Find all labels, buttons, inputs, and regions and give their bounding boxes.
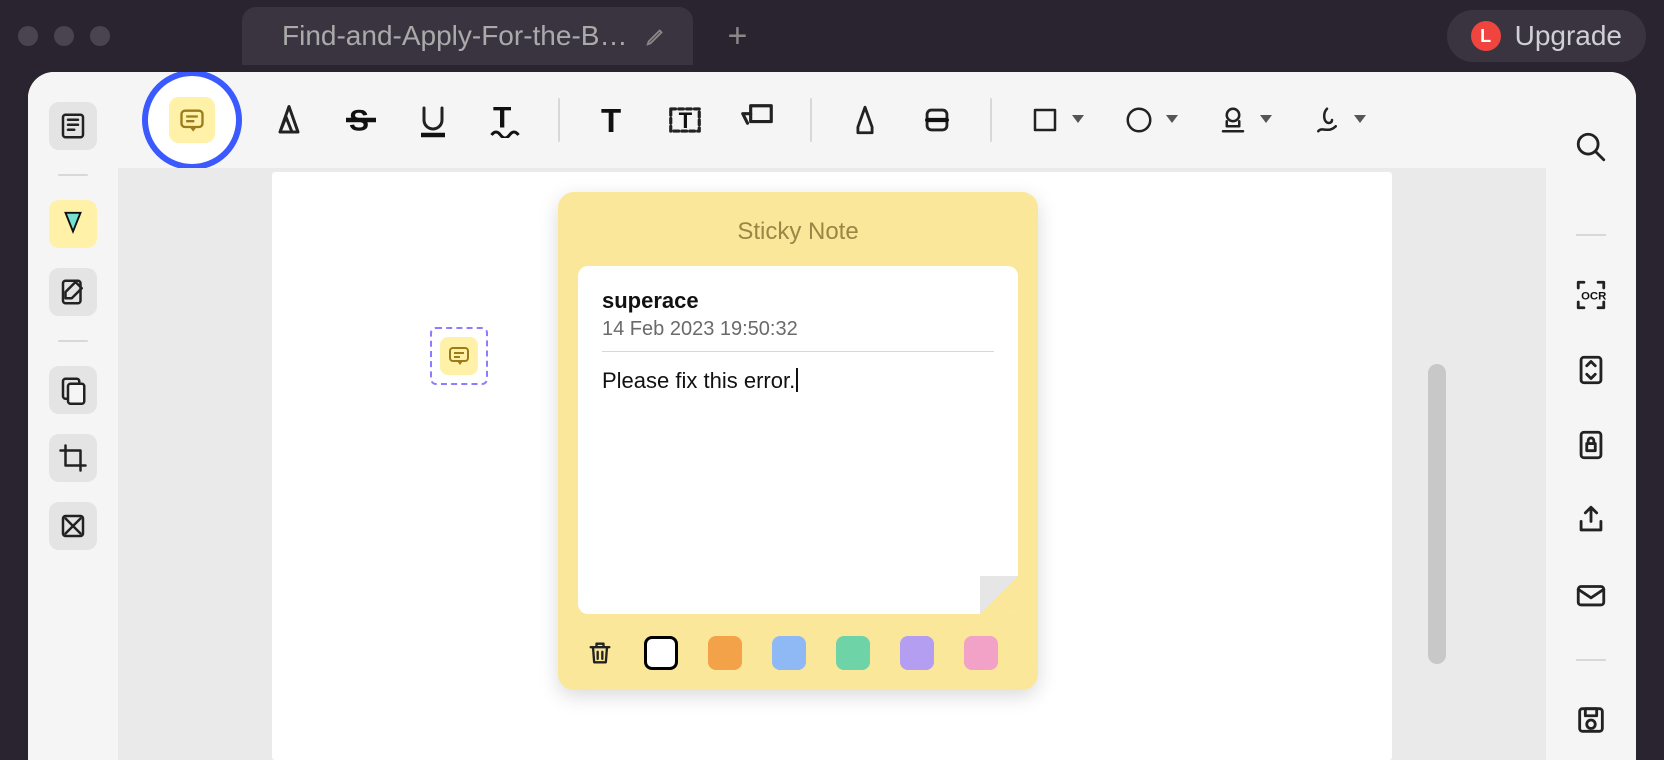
- close-window-button[interactable]: [18, 26, 38, 46]
- note-marker-selection[interactable]: [430, 327, 488, 385]
- tool-callout[interactable]: [732, 95, 782, 145]
- note-icon: [169, 97, 215, 143]
- text-cursor: [796, 368, 798, 392]
- avatar: L: [1471, 21, 1501, 51]
- chevron-down-icon: [1260, 115, 1272, 123]
- sticky-note-textarea[interactable]: Please fix this error.: [602, 368, 994, 394]
- maximize-window-button[interactable]: [90, 26, 110, 46]
- right-rail: OCR: [1546, 72, 1636, 760]
- tool-sticky-note[interactable]: [142, 72, 242, 170]
- search-button[interactable]: [1546, 102, 1636, 192]
- note-color-pink[interactable]: [964, 636, 998, 670]
- note-color-blue[interactable]: [772, 636, 806, 670]
- main-area: S T T T: [118, 72, 1546, 760]
- rail-separator: [58, 174, 88, 176]
- left-rail: [28, 72, 118, 760]
- tool-text[interactable]: T: [588, 95, 638, 145]
- tool-signature-dropdown[interactable]: [1302, 95, 1352, 145]
- vertical-scrollbar[interactable]: [1428, 364, 1446, 664]
- tool-highlight[interactable]: [264, 95, 314, 145]
- upgrade-label: Upgrade: [1515, 20, 1622, 52]
- convert-button[interactable]: [1574, 353, 1608, 392]
- rail-separator: [1576, 659, 1606, 661]
- toolbar-separator: [990, 98, 992, 142]
- sticky-note-footer: [578, 636, 1018, 670]
- tool-squiggly[interactable]: T: [480, 95, 530, 145]
- chevron-down-icon: [1072, 115, 1084, 123]
- toolbar-separator: [810, 98, 812, 142]
- tool-pencil[interactable]: [840, 95, 890, 145]
- svg-text:OCR: OCR: [1581, 290, 1606, 302]
- document-page[interactable]: Sticky Note superace 14 Feb 2023 19:50:3…: [272, 172, 1392, 760]
- rail-separator: [58, 340, 88, 342]
- sidebar-item-thumbnails[interactable]: [49, 102, 97, 150]
- sticky-note-author: superace: [602, 288, 994, 314]
- svg-text:T: T: [601, 102, 621, 138]
- rail-separator: [1576, 234, 1606, 236]
- ocr-button[interactable]: OCR: [1574, 278, 1608, 317]
- tool-rectangle-dropdown[interactable]: [1020, 95, 1070, 145]
- email-button[interactable]: [1574, 578, 1608, 617]
- delete-note-button[interactable]: [586, 639, 614, 667]
- sidebar-item-redact[interactable]: [49, 502, 97, 550]
- chevron-down-icon: [1166, 115, 1178, 123]
- sidebar-item-pages[interactable]: [49, 366, 97, 414]
- note-color-orange[interactable]: [708, 636, 742, 670]
- note-color-white[interactable]: [644, 636, 678, 670]
- sticky-note-body[interactable]: superace 14 Feb 2023 19:50:32 Please fix…: [578, 266, 1018, 614]
- toolbar-separator: [558, 98, 560, 142]
- protect-button[interactable]: [1574, 428, 1608, 467]
- tool-oval-dropdown[interactable]: [1114, 95, 1164, 145]
- divider: [602, 351, 994, 352]
- tool-text-box[interactable]: T: [660, 95, 710, 145]
- sticky-note-popup: Sticky Note superace 14 Feb 2023 19:50:3…: [558, 192, 1038, 690]
- annotation-toolbar: S T T T: [118, 72, 1546, 168]
- rename-tab-icon[interactable]: [645, 25, 667, 47]
- document-viewport[interactable]: Sticky Note superace 14 Feb 2023 19:50:3…: [118, 168, 1546, 760]
- sticky-note-title: Sticky Note: [578, 218, 1018, 246]
- chevron-down-icon: [1354, 115, 1366, 123]
- sidebar-item-crop[interactable]: [49, 434, 97, 482]
- note-icon: [440, 337, 478, 375]
- page-fold-icon: [980, 576, 1018, 614]
- tool-stamp-dropdown[interactable]: [1208, 95, 1258, 145]
- document-tab-title: Find-and-Apply-For-the-B…: [282, 20, 627, 52]
- sidebar-item-annotations[interactable]: [49, 200, 97, 248]
- tool-strikethrough[interactable]: S: [336, 95, 386, 145]
- window-controls: [18, 26, 110, 46]
- svg-text:T: T: [679, 108, 693, 133]
- minimize-window-button[interactable]: [54, 26, 74, 46]
- svg-text:T: T: [493, 102, 511, 135]
- upgrade-button[interactable]: L Upgrade: [1447, 10, 1646, 62]
- sidebar-item-edit[interactable]: [49, 268, 97, 316]
- note-color-purple[interactable]: [900, 636, 934, 670]
- sticky-note-content: Please fix this error.: [602, 368, 795, 393]
- tool-eraser[interactable]: [912, 95, 962, 145]
- tool-underline[interactable]: [408, 95, 458, 145]
- document-tab[interactable]: Find-and-Apply-For-the-B…: [242, 7, 693, 65]
- share-button[interactable]: [1574, 503, 1608, 542]
- workspace: S T T T: [28, 72, 1636, 760]
- sticky-note-timestamp: 14 Feb 2023 19:50:32: [602, 318, 994, 341]
- save-button[interactable]: [1574, 703, 1608, 742]
- note-color-green[interactable]: [836, 636, 870, 670]
- titlebar: Find-and-Apply-For-the-B… + L Upgrade: [0, 0, 1664, 72]
- new-tab-button[interactable]: +: [725, 24, 749, 48]
